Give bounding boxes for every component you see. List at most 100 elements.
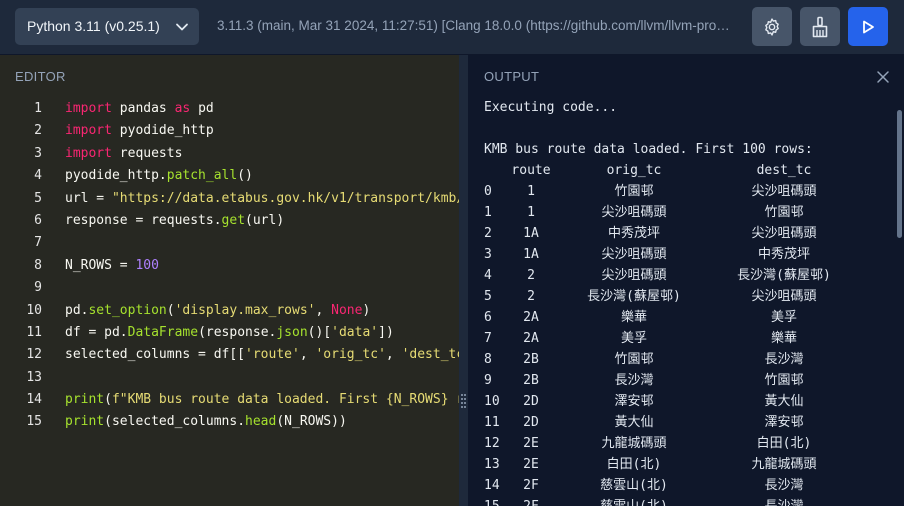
line-number: 11 bbox=[26, 324, 42, 340]
code-line[interactable]: 9 bbox=[0, 277, 459, 299]
code-line[interactable]: 11 df = pd.DataFrame(response.json()['dat… bbox=[0, 322, 459, 344]
dest-cell: 九龍城碼頭 bbox=[751, 457, 817, 472]
orig-cell: 長沙灣(蘇屋邨) bbox=[587, 289, 681, 304]
orig-cell: 樂華 bbox=[620, 310, 647, 325]
orig-cell: 白田(北) bbox=[606, 457, 662, 472]
dest-cell: 樂華 bbox=[770, 331, 797, 346]
route-cell: 2F bbox=[523, 478, 539, 493]
code-text: import pyodide_http bbox=[65, 123, 214, 139]
code-line[interactable]: 1 import pandas as pd bbox=[0, 98, 459, 120]
code-line[interactable]: 4 pyodide_http.patch_all() bbox=[0, 165, 459, 187]
route-cell: 2D bbox=[523, 415, 539, 430]
table-row: 7 2A 美孚 樂華 bbox=[484, 328, 894, 349]
code-text: import pandas as pd bbox=[65, 101, 214, 116]
line-number: 15 bbox=[26, 414, 42, 430]
clear-output-button[interactable] bbox=[800, 7, 840, 46]
code-line[interactable]: 12 selected_columns = df[['route', 'orig_… bbox=[0, 344, 459, 366]
code-text: pyodide_http.patch_all() bbox=[65, 168, 253, 184]
table-row: 5 2 長沙灣(蘇屋邨) 尖沙咀碼頭 bbox=[484, 286, 894, 307]
line-number: 3 bbox=[34, 145, 42, 161]
table-row: 9 2B 長沙灣 竹園邨 bbox=[484, 370, 894, 391]
table-row: 10 2D 澤安邨 黃大仙 bbox=[484, 391, 894, 412]
dest-cell: 尖沙咀碼頭 bbox=[751, 184, 817, 199]
settings-button[interactable] bbox=[752, 7, 792, 46]
dest-cell: 美孚 bbox=[770, 310, 797, 325]
line-number: 4 bbox=[34, 168, 42, 184]
code-line[interactable]: 6 response = requests.get(url) bbox=[0, 210, 459, 232]
route-cell: 2 bbox=[527, 289, 535, 304]
table-body: 0 1 竹園邨 尖沙咀碼頭 1 1 尖沙咀碼頭 竹園邨 2 1A 中秀茂坪 尖沙咀碼頭 3 1A 尖沙咀碼頭… bbox=[484, 181, 894, 506]
line-number: 7 bbox=[34, 235, 42, 251]
panel-divider[interactable] bbox=[459, 55, 468, 506]
route-cell: 2A bbox=[523, 331, 539, 346]
code-line[interactable]: 7 bbox=[0, 232, 459, 254]
route-cell: 1 bbox=[527, 205, 535, 220]
output-scrollbar[interactable] bbox=[897, 110, 902, 238]
system-info: 3.11.3 (main, Mar 31 2024, 11:27:51) [Cl… bbox=[217, 18, 732, 33]
code-line[interactable]: 14 print(f"KMB bus route data loaded. Fir… bbox=[0, 389, 459, 411]
dest-cell: 長沙灣 bbox=[764, 352, 804, 367]
output-title: OUTPUT bbox=[484, 69, 540, 84]
table-row: 2 1A 中秀茂坪 尖沙咀碼頭 bbox=[484, 223, 894, 244]
code-text: print(f"KMB bus route data loaded. First… bbox=[65, 392, 459, 408]
top-bar: Python 3.11 (v0.25.1) 3.11.3 (main, Mar … bbox=[0, 0, 904, 55]
code-text: pd.set_option('display.max_rows', None) bbox=[65, 302, 371, 318]
message-line: KMB bus route data loaded. First 100 row… bbox=[484, 142, 813, 157]
table-row: 4 2 尖沙咀碼頭 長沙灣(蘇屋邨) bbox=[484, 265, 894, 286]
orig-cell: 尖沙咀碼頭 bbox=[601, 205, 667, 220]
orig-cell: 尖沙咀碼頭 bbox=[601, 268, 667, 283]
code-line[interactable]: 5 url = "https://data.etabus.gov.hk/v1/tr… bbox=[0, 188, 459, 210]
column-header-route: route bbox=[511, 163, 551, 178]
orig-cell: 美孚 bbox=[620, 331, 647, 346]
dest-cell: 竹園邨 bbox=[764, 205, 804, 220]
table-row: 8 2B 竹園邨 長沙灣 bbox=[484, 349, 894, 370]
python-version-select[interactable]: Python 3.11 (v0.25.1) bbox=[15, 8, 199, 45]
dest-cell: 長沙灣(蘇屋邨) bbox=[737, 268, 831, 283]
code-line[interactable]: 3 import requests bbox=[0, 143, 459, 165]
route-cell: 2F bbox=[506, 496, 556, 506]
dest-cell: 長沙灣 bbox=[714, 496, 854, 506]
gear-icon bbox=[765, 17, 779, 36]
dest-cell: 澤安邨 bbox=[764, 415, 804, 430]
orig-cell: 長沙灣 bbox=[614, 373, 654, 388]
route-cell: 1 bbox=[527, 184, 535, 199]
editor-title: EDITOR bbox=[15, 69, 66, 84]
code-line[interactable]: 13 bbox=[0, 367, 459, 389]
code-text: url = "https://data.etabus.gov.hk/v1/tra… bbox=[65, 190, 459, 206]
table-row: 6 2A 樂華 美孚 bbox=[484, 307, 894, 328]
code-area[interactable]: 1 import pandas as pd 2 import pyodide_http… bbox=[0, 98, 459, 434]
code-line[interactable]: 8 N_ROWS = 100 bbox=[0, 255, 459, 277]
python-version-label: Python 3.11 (v0.25.1) bbox=[27, 18, 160, 34]
dest-cell: 尖沙咀碼頭 bbox=[751, 226, 817, 241]
line-number: 6 bbox=[34, 212, 42, 228]
code-text: selected_columns = df[['route', 'orig_tc… bbox=[65, 347, 459, 363]
code-text: response = requests.get(url) bbox=[65, 212, 285, 228]
line-number: 10 bbox=[26, 302, 42, 318]
line-number: 12 bbox=[26, 347, 42, 363]
orig-cell: 慈雲山(北) bbox=[600, 478, 668, 493]
close-icon[interactable] bbox=[876, 70, 890, 84]
column-header-orig: orig_tc bbox=[606, 163, 662, 178]
orig-cell: 尖沙咀碼頭 bbox=[601, 247, 667, 262]
route-cell: 2E bbox=[523, 457, 539, 472]
status-line: Executing code... bbox=[484, 100, 618, 115]
code-line[interactable]: 15 print(selected_columns.head(N_ROWS)) bbox=[0, 411, 459, 433]
dest-cell: 長沙灣 bbox=[764, 478, 804, 493]
dest-cell: 尖沙咀碼頭 bbox=[751, 289, 817, 304]
run-button[interactable] bbox=[848, 7, 888, 46]
code-line[interactable]: 10 pd.set_option('display.max_rows', None… bbox=[0, 300, 459, 322]
route-cell: 1A bbox=[523, 247, 539, 262]
dest-cell: 黃大仙 bbox=[764, 394, 804, 409]
editor-panel[interactable]: EDITOR 1 import pandas as pd 2 import pyodi… bbox=[0, 55, 459, 506]
line-number: 13 bbox=[26, 369, 42, 385]
table-row: 14 2F 慈雲山(北) 長沙灣 bbox=[484, 475, 894, 496]
orig-cell: 慈雲山(北) bbox=[564, 496, 704, 506]
route-cell: 1A bbox=[523, 226, 539, 241]
code-line[interactable]: 2 import pyodide_http bbox=[0, 120, 459, 142]
table-row: 1 1 尖沙咀碼頭 竹園邨 bbox=[484, 202, 894, 223]
line-number: 1 bbox=[34, 101, 42, 116]
orig-cell: 竹園邨 bbox=[614, 184, 654, 199]
table-header: route orig_tc dest_tc bbox=[484, 160, 894, 181]
play-icon bbox=[863, 20, 874, 33]
orig-cell: 九龍城碼頭 bbox=[601, 436, 667, 451]
